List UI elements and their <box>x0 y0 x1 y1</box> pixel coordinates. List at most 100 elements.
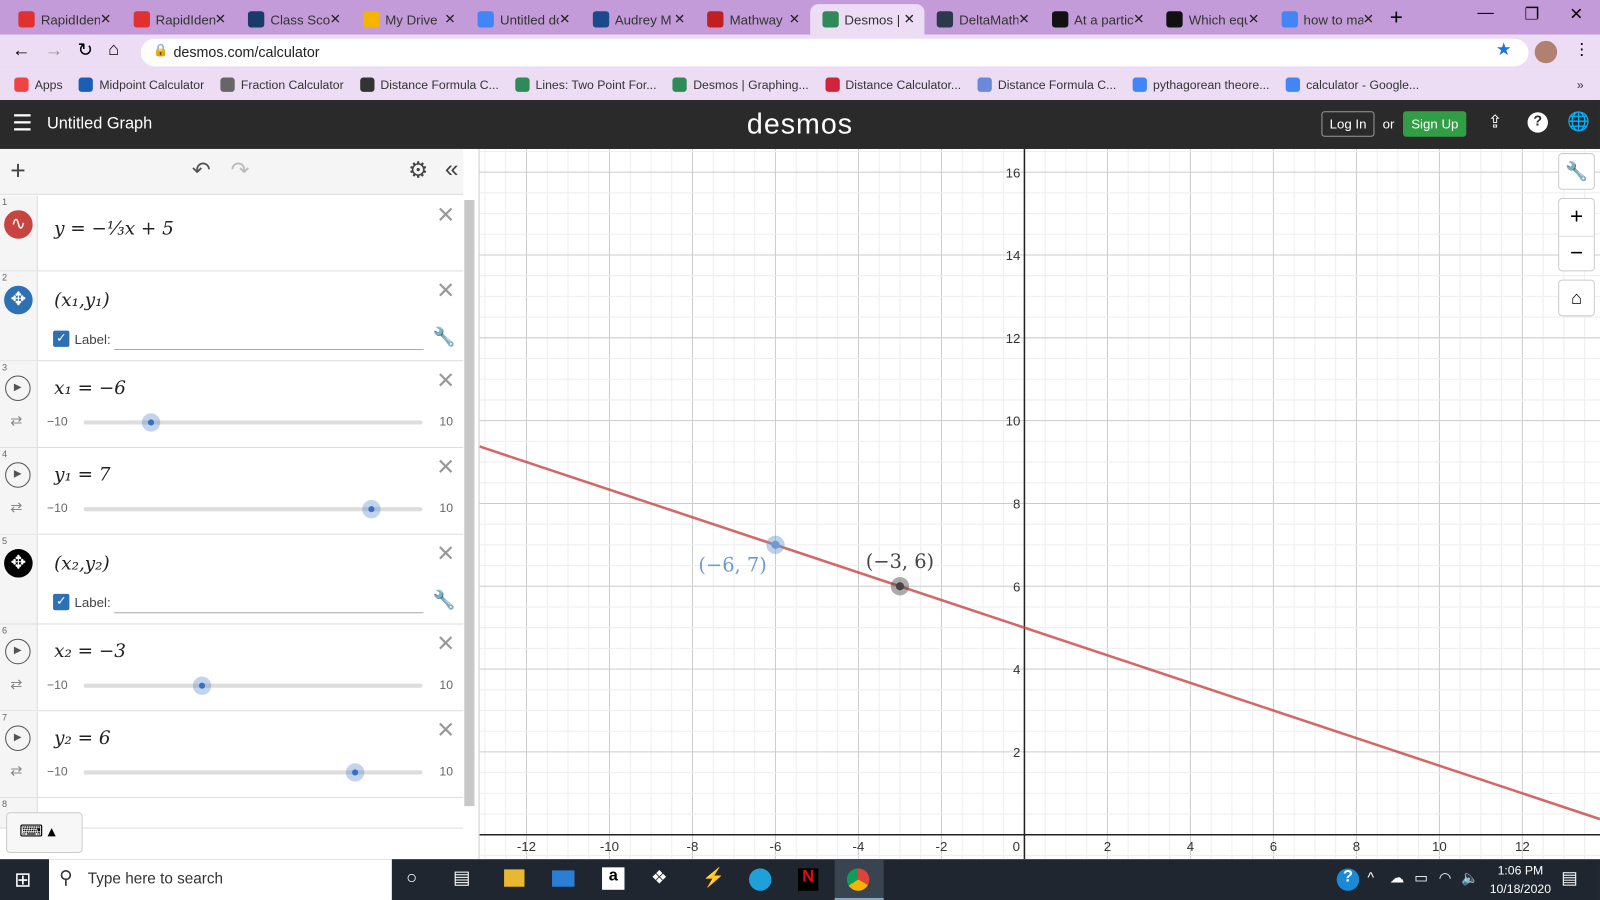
language-globe-icon[interactable]: 🌐 <box>1567 111 1590 132</box>
default-zoom-home-button[interactable]: ⌂ <box>1558 279 1595 317</box>
value-slider[interactable]: −10 10 <box>47 413 453 432</box>
close-tab-icon[interactable]: ✕ <box>559 11 579 27</box>
point-drag-icon[interactable]: ✥ <box>4 548 33 578</box>
zoom-out-button[interactable]: − <box>1559 235 1594 273</box>
loop-icon[interactable]: ⇄ <box>10 762 22 779</box>
close-tab-icon[interactable]: ✕ <box>444 11 464 27</box>
expression-gutter[interactable]: 6 ▶ ⇄ <box>0 624 38 711</box>
expression-item[interactable]: 4 ▶ ⇄ y₁ = 7 ✕ −10 10 <box>0 447 464 535</box>
play-slider-icon[interactable]: ▶ <box>5 638 31 665</box>
bookmark-item[interactable]: Fraction Calculator <box>220 77 344 93</box>
clock-date[interactable]: 10/18/2020 <box>1484 882 1557 896</box>
volume-icon[interactable]: 🔈 <box>1461 869 1479 886</box>
hamburger-menu-icon[interactable]: ☰ <box>12 110 32 137</box>
slider-max[interactable]: 10 <box>439 501 453 515</box>
restore-icon[interactable]: ❐ <box>1524 4 1539 24</box>
expression-item[interactable]: 7 ▶ ⇄ y₂ = 6 ✕ −10 10 <box>0 711 464 798</box>
expression-math[interactable]: x₂ = −3 <box>54 641 126 662</box>
windows-start-icon[interactable]: ⊞ <box>14 867 31 893</box>
label-checkbox[interactable]: ✓ <box>53 330 70 347</box>
url-input[interactable]: 🔒 desmos.com/calculator <box>140 38 1529 67</box>
edge-icon[interactable] <box>748 868 772 891</box>
graph-settings-wrench-icon[interactable]: 🔧 <box>1558 153 1595 190</box>
graph-paper[interactable]: -12 -10 -8 -6 -4 -2 0 2 4 6 8 10 12 2 4 6 8 10 12 14 16 (−6, … <box>479 148 1600 860</box>
slider-max[interactable]: 10 <box>439 764 453 778</box>
play-slider-icon[interactable]: ▶ <box>5 375 31 402</box>
value-slider[interactable]: −10 10 <box>47 763 453 782</box>
minimize-icon[interactable]: — <box>1478 4 1494 22</box>
close-tab-icon[interactable]: ✕ <box>904 11 924 27</box>
bookmark-item[interactable]: Midpoint Calculator <box>78 77 204 93</box>
back-icon[interactable]: ← <box>12 40 30 61</box>
bookmark-item[interactable]: Distance Calculator... <box>825 77 961 93</box>
bookmark-item[interactable]: Distance Formula C... <box>359 77 499 93</box>
more-bookmarks-icon[interactable]: » <box>1577 78 1584 92</box>
expression-math[interactable]: x₁ = −6 <box>54 378 126 399</box>
bookmark-item[interactable]: Apps <box>14 77 63 93</box>
slider-handle[interactable] <box>193 676 212 695</box>
browser-tab[interactable]: RapidIdentity✕ <box>121 4 235 35</box>
taskbar-search-input[interactable]: ⚲ Type here to search <box>48 859 392 900</box>
expression-gutter[interactable]: 5 ✥ <box>0 534 38 624</box>
point-drag-icon[interactable]: ✥ <box>4 285 33 315</box>
expression-math[interactable]: (x₁,y₁) <box>54 290 110 311</box>
redo-icon[interactable]: ↷ <box>231 157 250 184</box>
expression-math[interactable]: y₁ = 7 <box>54 464 111 485</box>
delete-expression-icon[interactable]: ✕ <box>436 631 455 658</box>
slider-min[interactable]: −10 <box>47 678 68 692</box>
close-tab-icon[interactable]: ✕ <box>100 11 120 27</box>
browser-tab[interactable]: Untitled document✕ <box>465 4 579 35</box>
cortana-icon[interactable]: ○ <box>406 867 417 888</box>
browser-tab[interactable]: DeltaMath ✕ <box>924 4 1038 35</box>
label-options-wrench-icon[interactable]: 🔧 <box>433 590 456 611</box>
expression-item[interactable]: 2 ✥ (x₁,y₁) ✕ ✓ Label: 🔧 <box>0 271 464 362</box>
graph-title[interactable]: Untitled Graph <box>47 115 152 133</box>
expression-item[interactable]: 1 ∿ y = −⅓x + 5 ✕ <box>0 195 464 272</box>
expression-item[interactable]: 5 ✥ (x₂,y₂) ✕ ✓ Label: 🔧 <box>0 534 464 625</box>
slider-handle[interactable] <box>142 413 161 432</box>
tray-overflow-icon[interactable]: ^ <box>1367 869 1374 885</box>
expression-gutter[interactable]: 7 ▶ ⇄ <box>0 711 38 797</box>
settings-gear-icon[interactable]: ⚙ <box>408 157 428 184</box>
delete-expression-icon[interactable]: ✕ <box>436 717 455 744</box>
loop-icon[interactable]: ⇄ <box>10 412 22 429</box>
browser-tab[interactable]: Class Score✕ <box>236 4 350 35</box>
line-color-icon[interactable]: ∿ <box>4 210 33 239</box>
help-icon[interactable]: ? <box>1527 112 1548 133</box>
delete-expression-icon[interactable]: ✕ <box>436 202 455 229</box>
bookmark-item[interactable]: pythagorean theore... <box>1132 77 1269 93</box>
wifi-icon[interactable]: ◠ <box>1439 869 1451 886</box>
notifications-icon[interactable]: ▤ <box>1561 868 1577 888</box>
zoom-in-button[interactable]: + <box>1559 199 1594 236</box>
battery-icon[interactable]: ▭ <box>1414 869 1428 886</box>
home-icon[interactable]: ⌂ <box>108 39 119 60</box>
expression-math[interactable]: y₂ = 6 <box>54 728 111 749</box>
browser-tab[interactable]: At a particular✕ <box>1039 4 1153 35</box>
window-close-icon[interactable]: ✕ <box>1569 4 1583 24</box>
slider-max[interactable]: 10 <box>439 678 453 692</box>
slider-track[interactable] <box>83 763 423 782</box>
slider-track[interactable] <box>83 676 423 695</box>
bookmark-item[interactable]: Desmos | Graphing... <box>672 77 809 93</box>
value-slider[interactable]: −10 10 <box>47 676 453 695</box>
close-tab-icon[interactable]: ✕ <box>1248 11 1268 27</box>
browser-tab[interactable]: Desmos | Graphing✕ <box>809 4 924 35</box>
label-input[interactable] <box>114 348 424 350</box>
expression-item[interactable]: 3 ▶ ⇄ x₁ = −6 ✕ −10 10 <box>0 361 464 448</box>
close-tab-icon[interactable]: ✕ <box>674 11 694 27</box>
bookmark-star-icon[interactable]: ★ <box>1496 40 1512 60</box>
netflix-icon[interactable]: N <box>797 868 819 891</box>
reload-icon[interactable]: ↻ <box>78 40 93 61</box>
slider-handle[interactable] <box>362 499 381 519</box>
login-button[interactable]: Log In <box>1321 111 1375 137</box>
expression-math[interactable]: (x₂,y₂) <box>54 553 110 574</box>
slider-handle[interactable] <box>345 763 364 782</box>
delete-expression-icon[interactable]: ✕ <box>436 541 455 568</box>
bookmark-item[interactable]: Lines: Two Point For... <box>515 77 656 93</box>
close-tab-icon[interactable]: ✕ <box>215 11 235 27</box>
bookmark-item[interactable]: calculator - Google... <box>1285 77 1419 93</box>
browser-tab[interactable]: Audrey M ✕ <box>580 4 694 35</box>
help-tray-icon[interactable]: ? <box>1336 868 1360 891</box>
browser-tab[interactable]: Mathway ✕ <box>695 4 809 35</box>
bookmark-item[interactable]: Distance Formula C... <box>977 77 1116 93</box>
